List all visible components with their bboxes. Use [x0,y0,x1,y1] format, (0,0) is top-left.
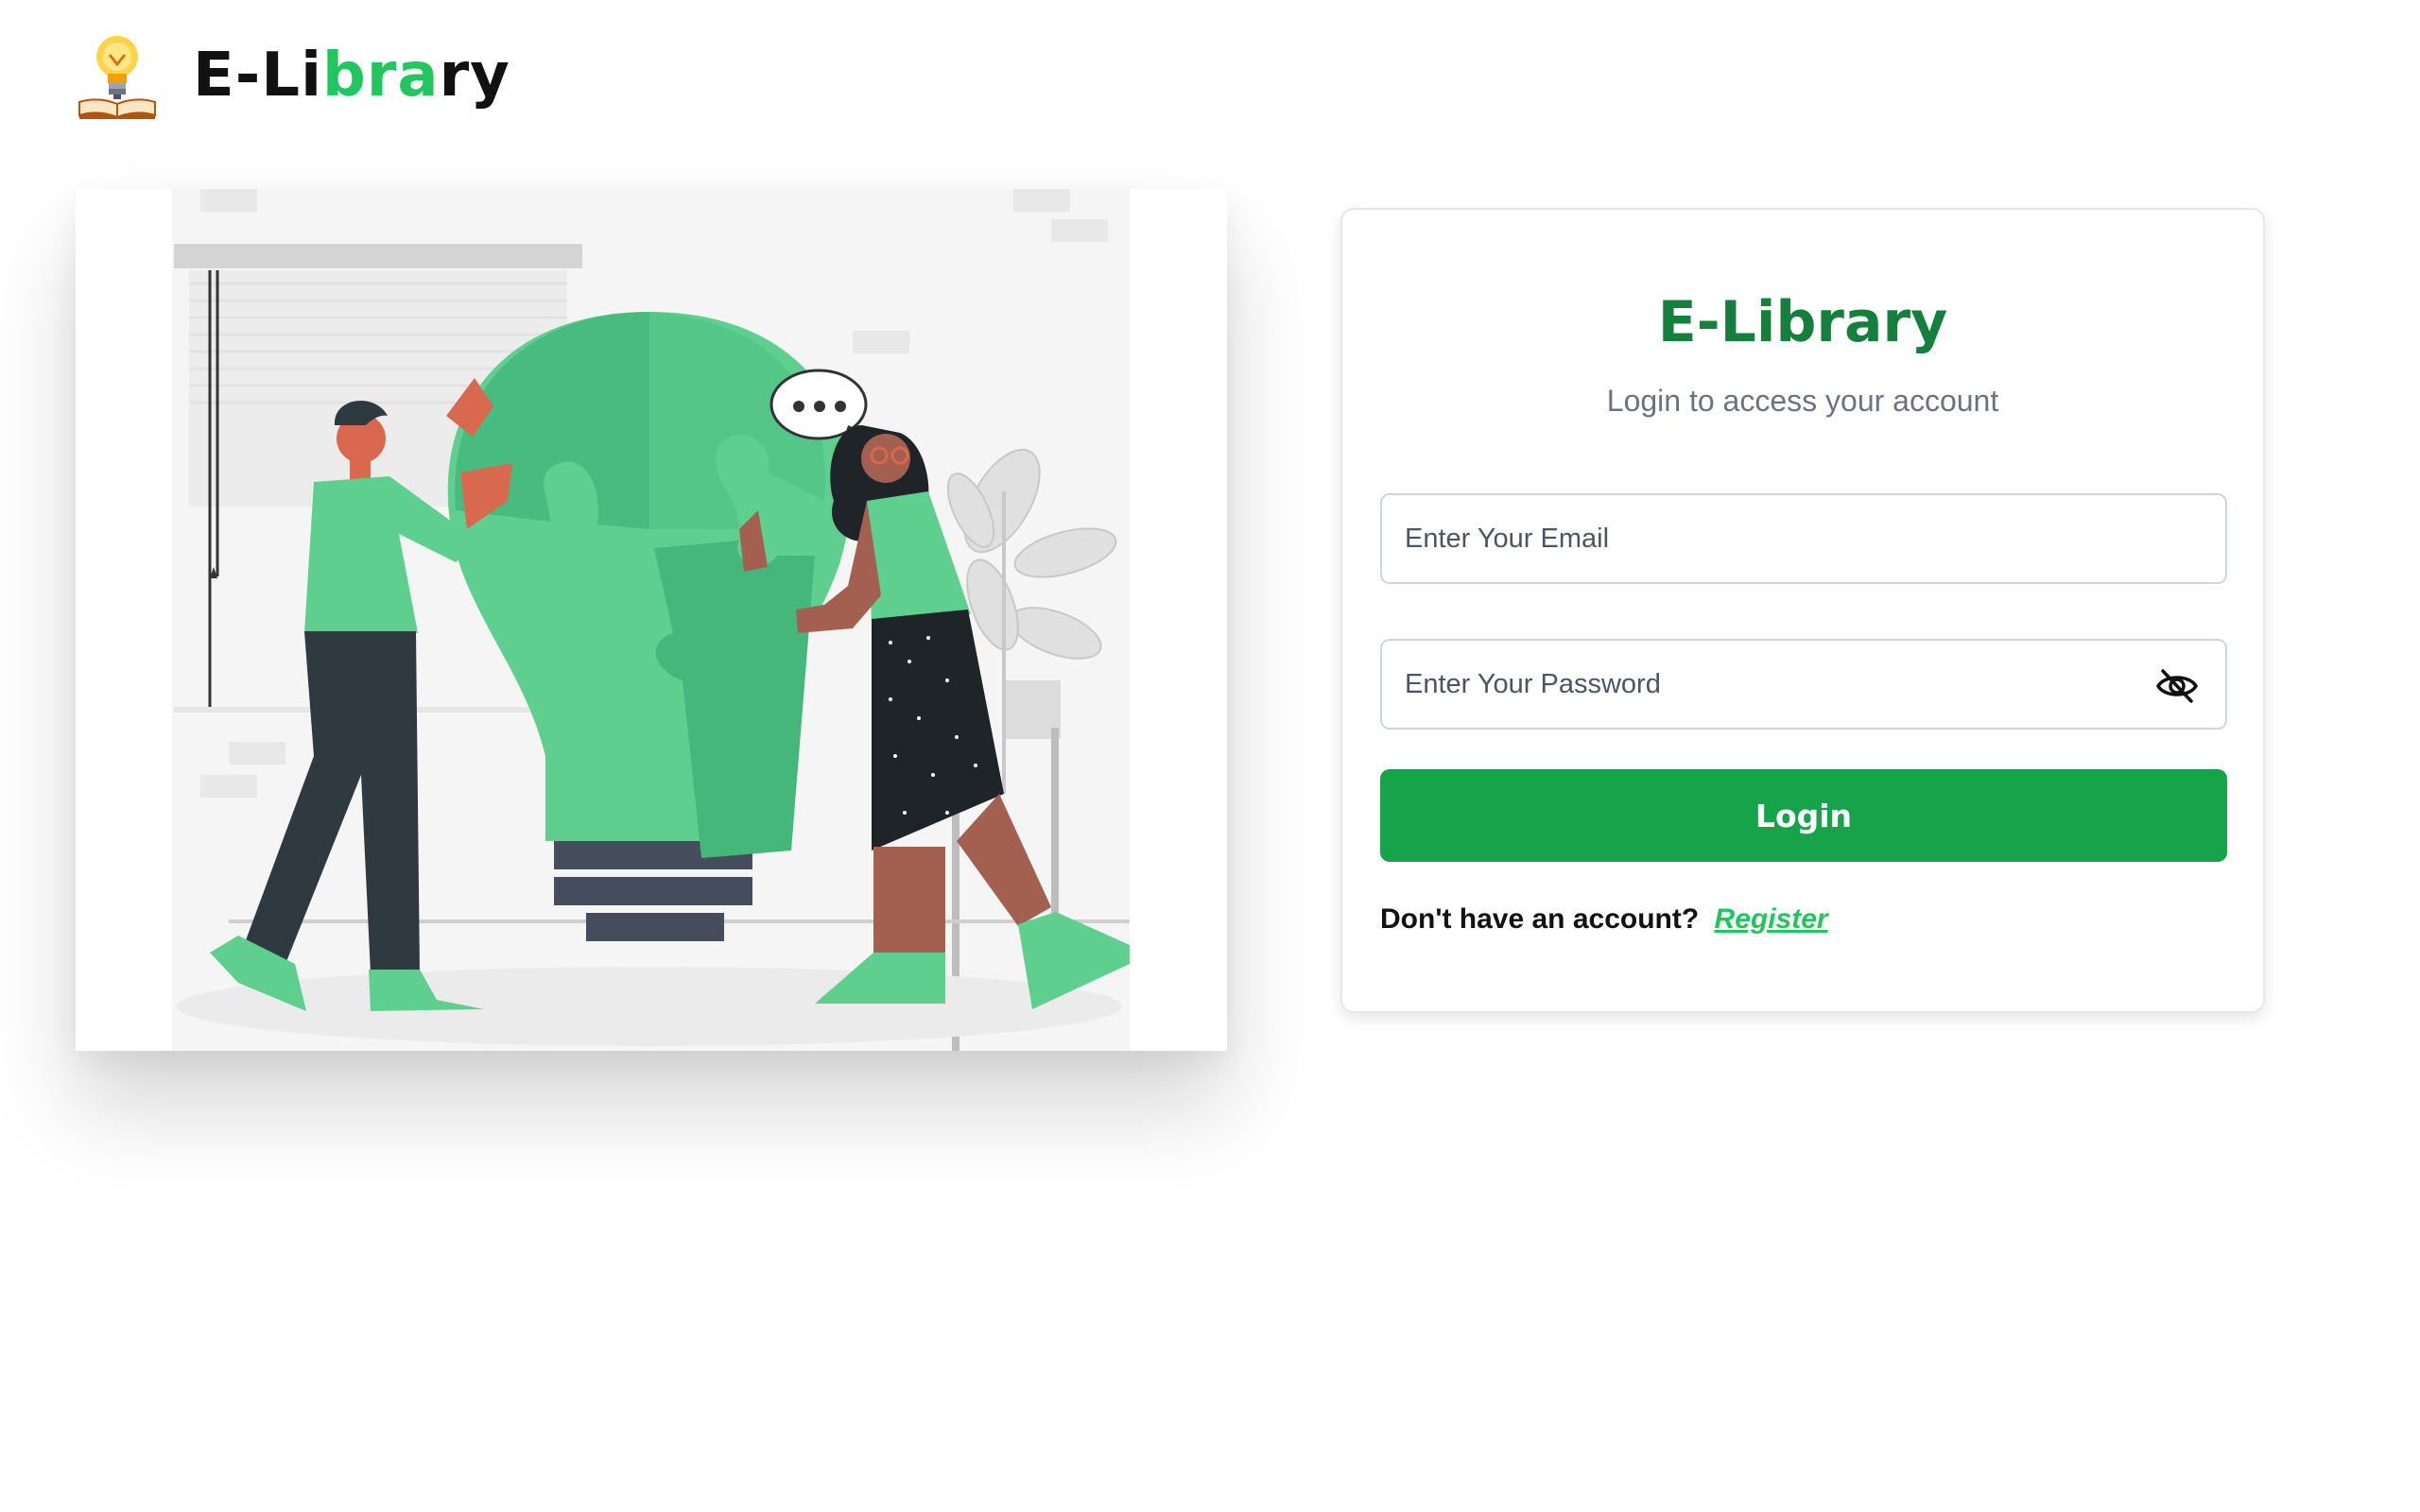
lightbulb-book-icon [78,36,156,119]
eye-slash-icon[interactable] [2155,667,2199,705]
brand-name-part2: bra [322,41,440,111]
email-input[interactable] [1382,523,2225,555]
register-link[interactable]: Register [1715,903,1828,935]
password-field-wrapper [1380,639,2227,730]
login-subtitle: Login to access your account [1606,384,1999,418]
brand-name-part3: ry [439,41,510,111]
teamwork-illustration [172,189,1130,1051]
hero-illustration-panel [76,189,1227,1051]
password-input[interactable] [1382,668,2225,700]
brand-name-part1: E-Li [193,41,322,111]
login-title: E-Library [1657,289,1948,355]
email-field-wrapper [1380,493,2227,584]
brand-name: E-Library [193,41,510,111]
register-row: Don't have an account? Register [1380,903,1828,936]
login-card: E-Library Login to access your account L… [1340,208,2265,1013]
login-button[interactable]: Login [1380,769,2227,862]
brand[interactable]: E-Library [76,28,510,123]
no-account-text: Don't have an account? [1380,903,1700,935]
